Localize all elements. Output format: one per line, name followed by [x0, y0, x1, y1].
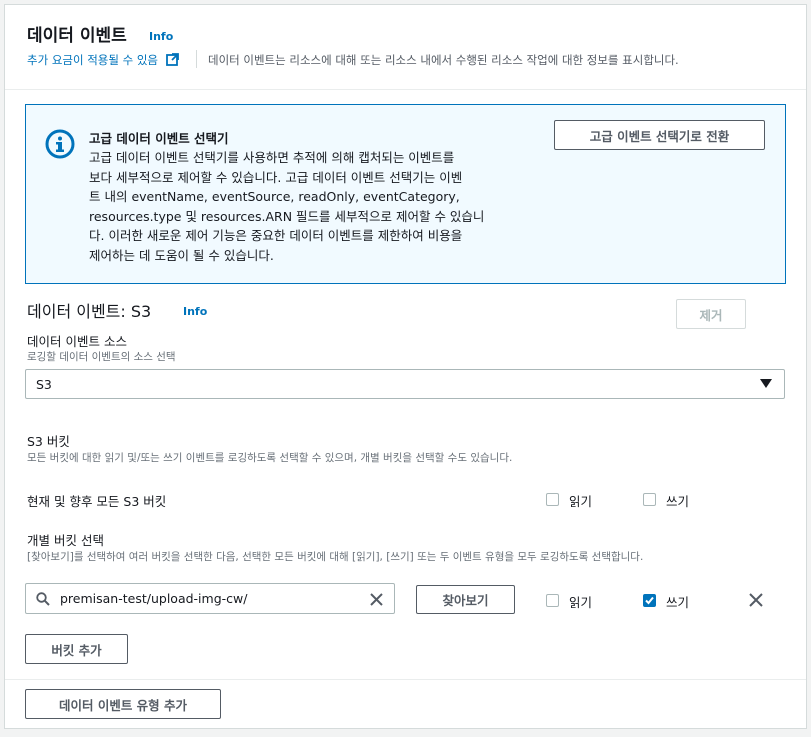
- all-buckets-write-label: 쓰기: [666, 494, 690, 509]
- header-description: 데이터 이벤트는 리소스에 대해 또는 리소스 내에서 수행된 리소스 작업에 …: [208, 53, 679, 67]
- alert-body: 고급 데이터 이벤트 선택기를 사용하면 추적에 의해 캡처되는 이벤트를 보다…: [89, 148, 539, 266]
- clear-icon[interactable]: [370, 593, 383, 606]
- remove-bucket-icon[interactable]: [749, 593, 763, 607]
- add-bucket-button[interactable]: 버킷 추가: [25, 634, 128, 664]
- s3-buckets-hint: 모든 버킷에 대한 읽기 및/또는 쓰기 이벤트를 로깅하도록 선택할 수 있으…: [27, 452, 513, 464]
- all-buckets-write-checkbox[interactable]: [643, 493, 656, 506]
- footer-separator: [5, 679, 806, 680]
- source-select-value: S3: [36, 377, 52, 392]
- external-link-icon: [165, 53, 179, 66]
- alert-line: resources.type 및 resources.ARN 필드를 세부적으로…: [89, 208, 485, 224]
- alert-line: 제어하는 데 도움이 될 수 있습니다.: [89, 247, 274, 263]
- individual-buckets-title: 개별 버킷 선택: [27, 533, 104, 548]
- add-data-event-type-button[interactable]: 데이터 이벤트 유형 추가: [25, 689, 221, 719]
- alert-line: 보다 세부적으로 제어할 수 있습니다. 고급 데이터 이벤트 선택기는 이벤: [89, 169, 463, 185]
- source-select[interactable]: S3: [25, 369, 785, 399]
- source-label: 데이터 이벤트 소스: [27, 334, 127, 349]
- bucket-search-value: premisan-test/upload-img-cw/: [60, 591, 248, 606]
- all-buckets-read-label: 읽기: [569, 494, 593, 509]
- bucket-read-checkbox[interactable]: [546, 594, 559, 607]
- section-info-link[interactable]: Info: [183, 305, 207, 318]
- switch-advanced-selector-button[interactable]: 고급 이벤트 선택기로 전환: [554, 120, 765, 150]
- source-hint: 로깅할 데이터 이벤트의 소스 선택: [27, 351, 176, 363]
- pricing-link[interactable]: 추가 요금이 적용될 수 있음: [27, 52, 179, 68]
- info-circle-icon: [45, 129, 75, 159]
- alert-title: 고급 데이터 이벤트 선택기: [89, 131, 229, 146]
- bucket-search-input[interactable]: premisan-test/upload-img-cw/: [25, 583, 395, 614]
- all-buckets-read-checkbox[interactable]: [546, 493, 559, 506]
- alert-line: 고급 데이터 이벤트 선택기를 사용하면 추적에 의해 캡처되는 이벤트를: [89, 150, 455, 165]
- browse-button[interactable]: 찾아보기: [416, 585, 515, 614]
- all-buckets-label: 현재 및 향후 모든 S3 버킷: [27, 494, 167, 509]
- alert-line: 트 내의 eventName, eventSource, readOnly, e…: [89, 189, 460, 205]
- search-icon: [36, 592, 50, 606]
- data-events-panel: 데이터 이벤트 Info 추가 요금이 적용될 수 있음 데이터 이벤트는 리소…: [4, 4, 807, 729]
- bucket-write-checkbox[interactable]: [643, 594, 656, 607]
- page-title: 데이터 이벤트: [27, 26, 127, 46]
- s3-buckets-title: S3 버킷: [27, 434, 70, 449]
- alert-line: 다. 이러한 새로운 제어 기능은 중요한 데이터 이벤트를 제한하여 비용을: [89, 228, 463, 244]
- pricing-link-label[interactable]: 추가 요금이 적용될 수 있음: [27, 53, 158, 67]
- info-link[interactable]: Info: [149, 30, 173, 43]
- header-separator: [5, 89, 806, 90]
- checkmark-icon: [645, 596, 654, 605]
- section-title: 데이터 이벤트: S3: [27, 302, 152, 321]
- caret-down-icon: [760, 379, 772, 388]
- info-alert: 고급 데이터 이벤트 선택기 고급 데이터 이벤트 선택기를 사용하면 추적에 …: [25, 104, 786, 284]
- individual-buckets-hint: [찾아보기]를 선택하여 여러 버킷을 선택한 다음, 선택한 모든 버킷에 대…: [27, 551, 644, 563]
- bucket-write-label: 쓰기: [666, 595, 690, 610]
- divider: [196, 50, 197, 68]
- remove-button[interactable]: 제거: [676, 299, 746, 329]
- bucket-read-label: 읽기: [569, 595, 593, 610]
